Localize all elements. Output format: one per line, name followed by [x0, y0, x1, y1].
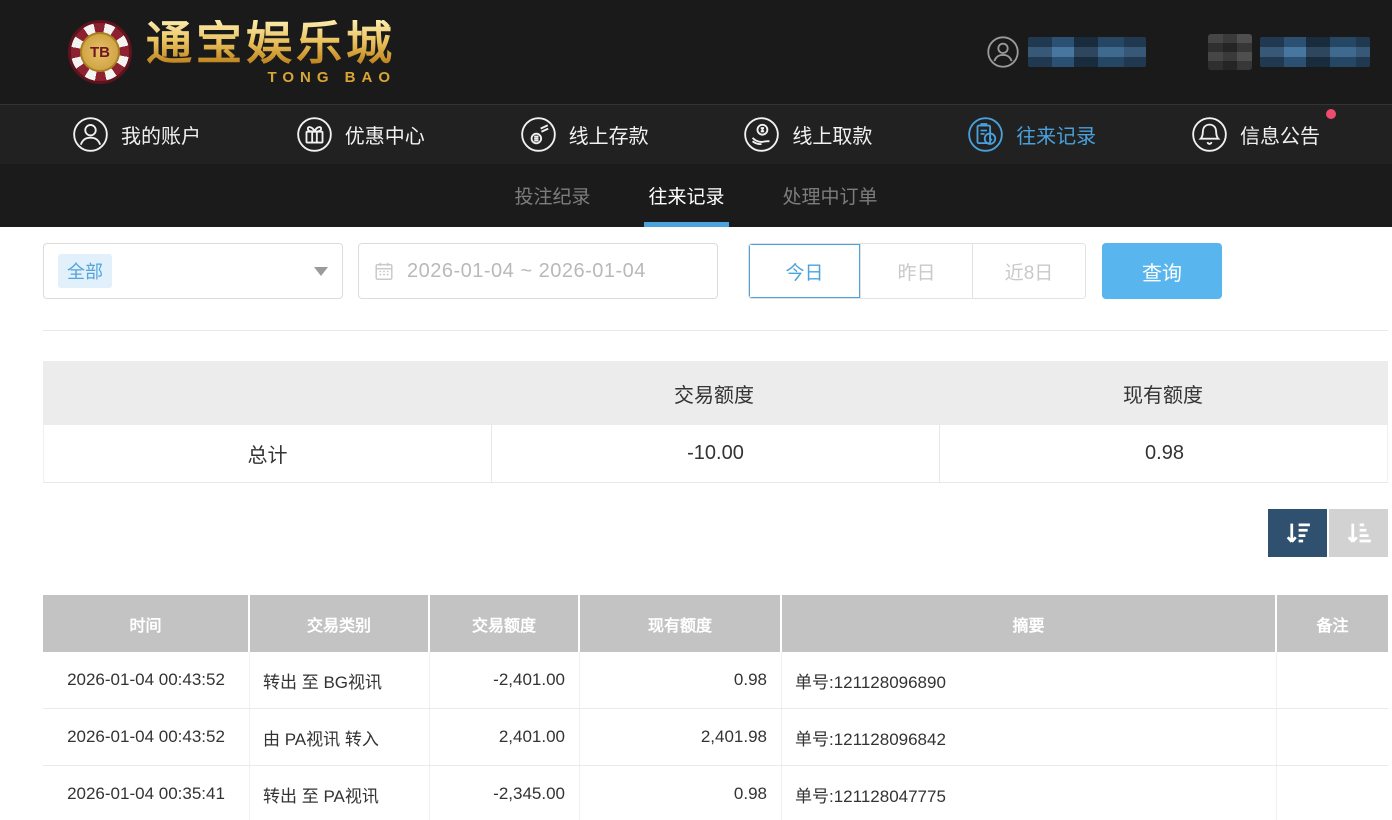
brand-text: 通宝娱乐城 TONG BAO — [146, 20, 396, 85]
cell-time: 2026-01-04 00:35:41 — [43, 766, 250, 820]
nav-label: 线上取款 — [792, 126, 873, 148]
selected-category-tag: 全部 — [58, 254, 112, 288]
cell-type: 转出 至 BG视讯 — [250, 652, 430, 708]
quick-range-today-button[interactable]: 今日 — [749, 244, 861, 298]
table-row: 2026-01-04 00:43:52 由 PA视讯 转入 2,401.00 2… — [43, 709, 1388, 766]
table-row: 2026-01-04 00:43:52 转出 至 BG视讯 -2,401.00 … — [43, 652, 1388, 709]
cell-transaction: 2,401.00 — [430, 709, 580, 765]
nav-item-withdraw[interactable]: 线上取款 — [743, 116, 872, 153]
summary-balance-total: 0.98 — [939, 425, 1389, 482]
cell-remark — [1277, 709, 1388, 765]
cell-type: 由 PA视讯 转入 — [250, 709, 430, 765]
tab-processing-orders[interactable]: 处理中订单 — [783, 164, 878, 227]
announcements-icon — [1192, 117, 1227, 152]
user-icon — [987, 36, 1019, 68]
nav-item-records[interactable]: 往来记录 — [967, 116, 1096, 153]
calendar-icon — [375, 262, 393, 280]
deposit-icon — [520, 117, 556, 152]
cell-transaction: -2,345.00 — [430, 766, 580, 820]
tab-betting-records[interactable]: 投注纪录 — [514, 164, 590, 227]
date-range-input[interactable]: 2026-01-04 ~ 2026-01-04 — [358, 243, 718, 299]
sort-desc-button[interactable] — [1268, 509, 1327, 557]
nav-item-announcements[interactable]: 信息公告 — [1191, 109, 1336, 153]
censored-username — [1028, 37, 1146, 67]
sort-bar — [43, 509, 1388, 557]
nav-label: 我的账户 — [121, 126, 201, 148]
col-header-type: 交易类别 — [250, 595, 430, 652]
tab-transaction-records[interactable]: 往来记录 — [644, 164, 729, 227]
user-area — [986, 34, 1370, 70]
page: TB 通宝娱乐城 TONG BAO 我的账户 优惠中心 线上存款 线上取款 往来… — [0, 0, 1392, 820]
col-header-remark: 备注 — [1316, 617, 1349, 635]
cell-time: 2026-01-04 00:43:52 — [43, 652, 250, 708]
nav-label: 优惠中心 — [344, 126, 425, 148]
username-group[interactable] — [986, 35, 1146, 69]
sub-nav: 投注纪录 往来记录 处理中订单 — [0, 164, 1392, 227]
date-range-value: 2026-01-04 ~ 2026-01-04 — [407, 259, 646, 282]
nav-item-promotions[interactable]: 优惠中心 — [296, 116, 425, 153]
cell-time: 2026-01-04 00:43:52 — [43, 709, 250, 765]
col-header-time: 时间 — [43, 595, 250, 652]
category-select[interactable]: 全部 — [43, 243, 343, 299]
content: 全部 2026-01-04 ~ 2026-01-04 今日 昨日 近8日 查询 — [0, 227, 1392, 820]
tab-label: 处理中订单 — [782, 187, 878, 208]
notification-dot — [1325, 109, 1336, 119]
col-header-summary: 摘要 — [782, 595, 1277, 652]
nav-label: 往来记录 — [1016, 126, 1097, 148]
promotions-icon — [297, 117, 332, 152]
cell-remark — [1277, 766, 1388, 820]
summary-transaction-total: -10.00 — [491, 425, 939, 482]
table-header-row: 时间 交易类别 交易额度 现有额度 摘要 备注 — [43, 595, 1388, 652]
censored-balance-icon — [1208, 34, 1252, 70]
nav-label: 信息公告 — [1239, 126, 1320, 148]
tab-label: 投注纪录 — [514, 187, 591, 208]
brand-logo[interactable]: TB 通宝娱乐城 TONG BAO — [68, 20, 396, 85]
section-divider — [43, 330, 1388, 331]
quick-range-group: 今日 昨日 近8日 — [748, 243, 1086, 299]
quick-range-yesterday-button[interactable]: 昨日 — [861, 244, 973, 298]
col-header-balance: 现有额度 — [580, 595, 782, 652]
balance-group[interactable] — [1208, 34, 1370, 70]
sort-amount-desc-icon — [1286, 523, 1310, 543]
cell-balance: 2,401.98 — [580, 709, 782, 765]
quick-range-8days-button[interactable]: 近8日 — [973, 244, 1085, 298]
summary-total-label: 总计 — [247, 445, 288, 467]
summary-header-row: 交易额度 现有额度 — [43, 361, 1388, 425]
account-icon — [73, 117, 108, 152]
cell-remark — [1277, 652, 1388, 708]
top-header: TB 通宝娱乐城 TONG BAO — [0, 0, 1392, 104]
poker-chip-icon: TB — [68, 20, 132, 84]
withdraw-icon — [744, 117, 780, 152]
chevron-down-icon — [314, 266, 328, 276]
summary-total-row: 总计 -10.00 0.98 — [43, 425, 1388, 483]
summary-header-balance: 现有额度 — [1123, 384, 1203, 407]
table-row: 2026-01-04 00:35:41 转出 至 PA视讯 -2,345.00 … — [43, 766, 1388, 820]
censored-balance — [1260, 37, 1370, 67]
summary-header-transaction: 交易额度 — [674, 384, 754, 407]
transactions-table: 时间 交易类别 交易额度 现有额度 摘要 备注 2026-01-04 00:43… — [43, 595, 1388, 820]
nav-label: 线上存款 — [568, 126, 649, 148]
cell-transaction: -2,401.00 — [430, 652, 580, 708]
cell-summary: 单号:121128096890 — [782, 652, 1277, 708]
cell-type: 转出 至 PA视讯 — [250, 766, 430, 820]
cell-balance: 0.98 — [580, 766, 782, 820]
summary-table: 交易额度 现有额度 总计 -10.00 0.98 — [43, 361, 1388, 483]
sort-amount-asc-icon — [1347, 523, 1371, 543]
col-header-transaction: 交易额度 — [430, 595, 580, 652]
sort-asc-button[interactable] — [1329, 509, 1388, 557]
cell-summary: 单号:121128047775 — [782, 766, 1277, 820]
query-button[interactable]: 查询 — [1102, 243, 1222, 299]
filter-bar: 全部 2026-01-04 ~ 2026-01-04 今日 昨日 近8日 查询 — [43, 243, 1388, 299]
cell-balance: 0.98 — [580, 652, 782, 708]
tab-label: 往来记录 — [648, 187, 725, 208]
cell-summary: 单号:121128096842 — [782, 709, 1277, 765]
chip-label: TB — [80, 32, 120, 72]
nav-item-my-account[interactable]: 我的账户 — [72, 116, 201, 153]
nav-item-deposit[interactable]: 线上存款 — [520, 116, 649, 153]
records-icon — [968, 117, 1003, 152]
main-nav: 我的账户 优惠中心 线上存款 线上取款 往来记录 信息公告 — [0, 104, 1392, 164]
brand-name: 通宝娱乐城 — [146, 16, 396, 69]
brand-name-en: TONG BAO — [267, 68, 396, 86]
